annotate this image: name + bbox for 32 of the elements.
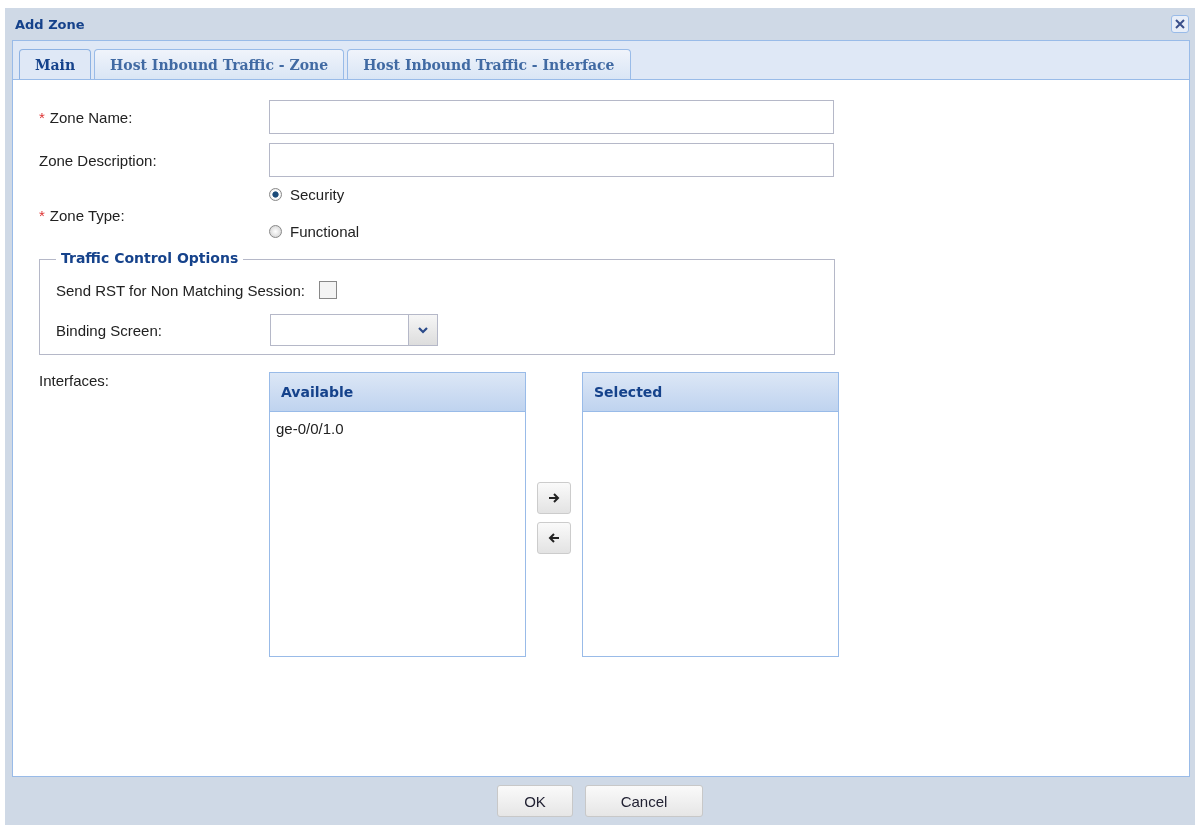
radio-label: Functional	[290, 223, 360, 240]
dropdown[interactable]	[270, 314, 438, 346]
list-item[interactable]: ge-0/0/1.0	[270, 412, 525, 445]
input-field[interactable]	[269, 143, 834, 177]
move-left-button[interactable]	[537, 522, 571, 554]
radio-button[interactable]	[269, 188, 282, 201]
arrow-right-icon	[548, 493, 560, 503]
list-header: Selected	[583, 373, 838, 412]
checkbox[interactable]	[319, 281, 338, 299]
radio-label: Security	[290, 186, 345, 203]
field-label: Interfaces:	[39, 372, 111, 389]
group-legend: Traffic Control Options	[56, 250, 244, 266]
tab[interactable]: Main	[19, 49, 92, 79]
dialog-button[interactable]: OK	[497, 785, 573, 817]
radio-button[interactable]	[269, 225, 282, 238]
field-label: Send RST for Non Matching Session:	[56, 281, 306, 299]
field-label: Zone Type:	[49, 206, 125, 224]
field-label: Zone Description:	[39, 151, 157, 169]
move-right-button[interactable]	[537, 482, 571, 514]
input-field[interactable]	[269, 100, 834, 134]
chevron-down-icon	[418, 326, 428, 334]
close-icon[interactable]	[1171, 15, 1189, 33]
window-title: Add Zone	[15, 16, 85, 32]
field-label: Zone Name:	[49, 108, 133, 126]
required-mark: *	[39, 108, 45, 126]
required-mark: *	[39, 206, 45, 224]
list-header: Available	[270, 373, 525, 412]
arrow-left-icon	[548, 533, 560, 543]
tab[interactable]: Host Inbound Traffic - Interface	[347, 49, 631, 79]
field-label: Binding Screen:	[56, 321, 163, 339]
tab[interactable]: Host Inbound Traffic - Zone	[94, 49, 345, 79]
dialog-button[interactable]: Cancel	[585, 785, 703, 817]
